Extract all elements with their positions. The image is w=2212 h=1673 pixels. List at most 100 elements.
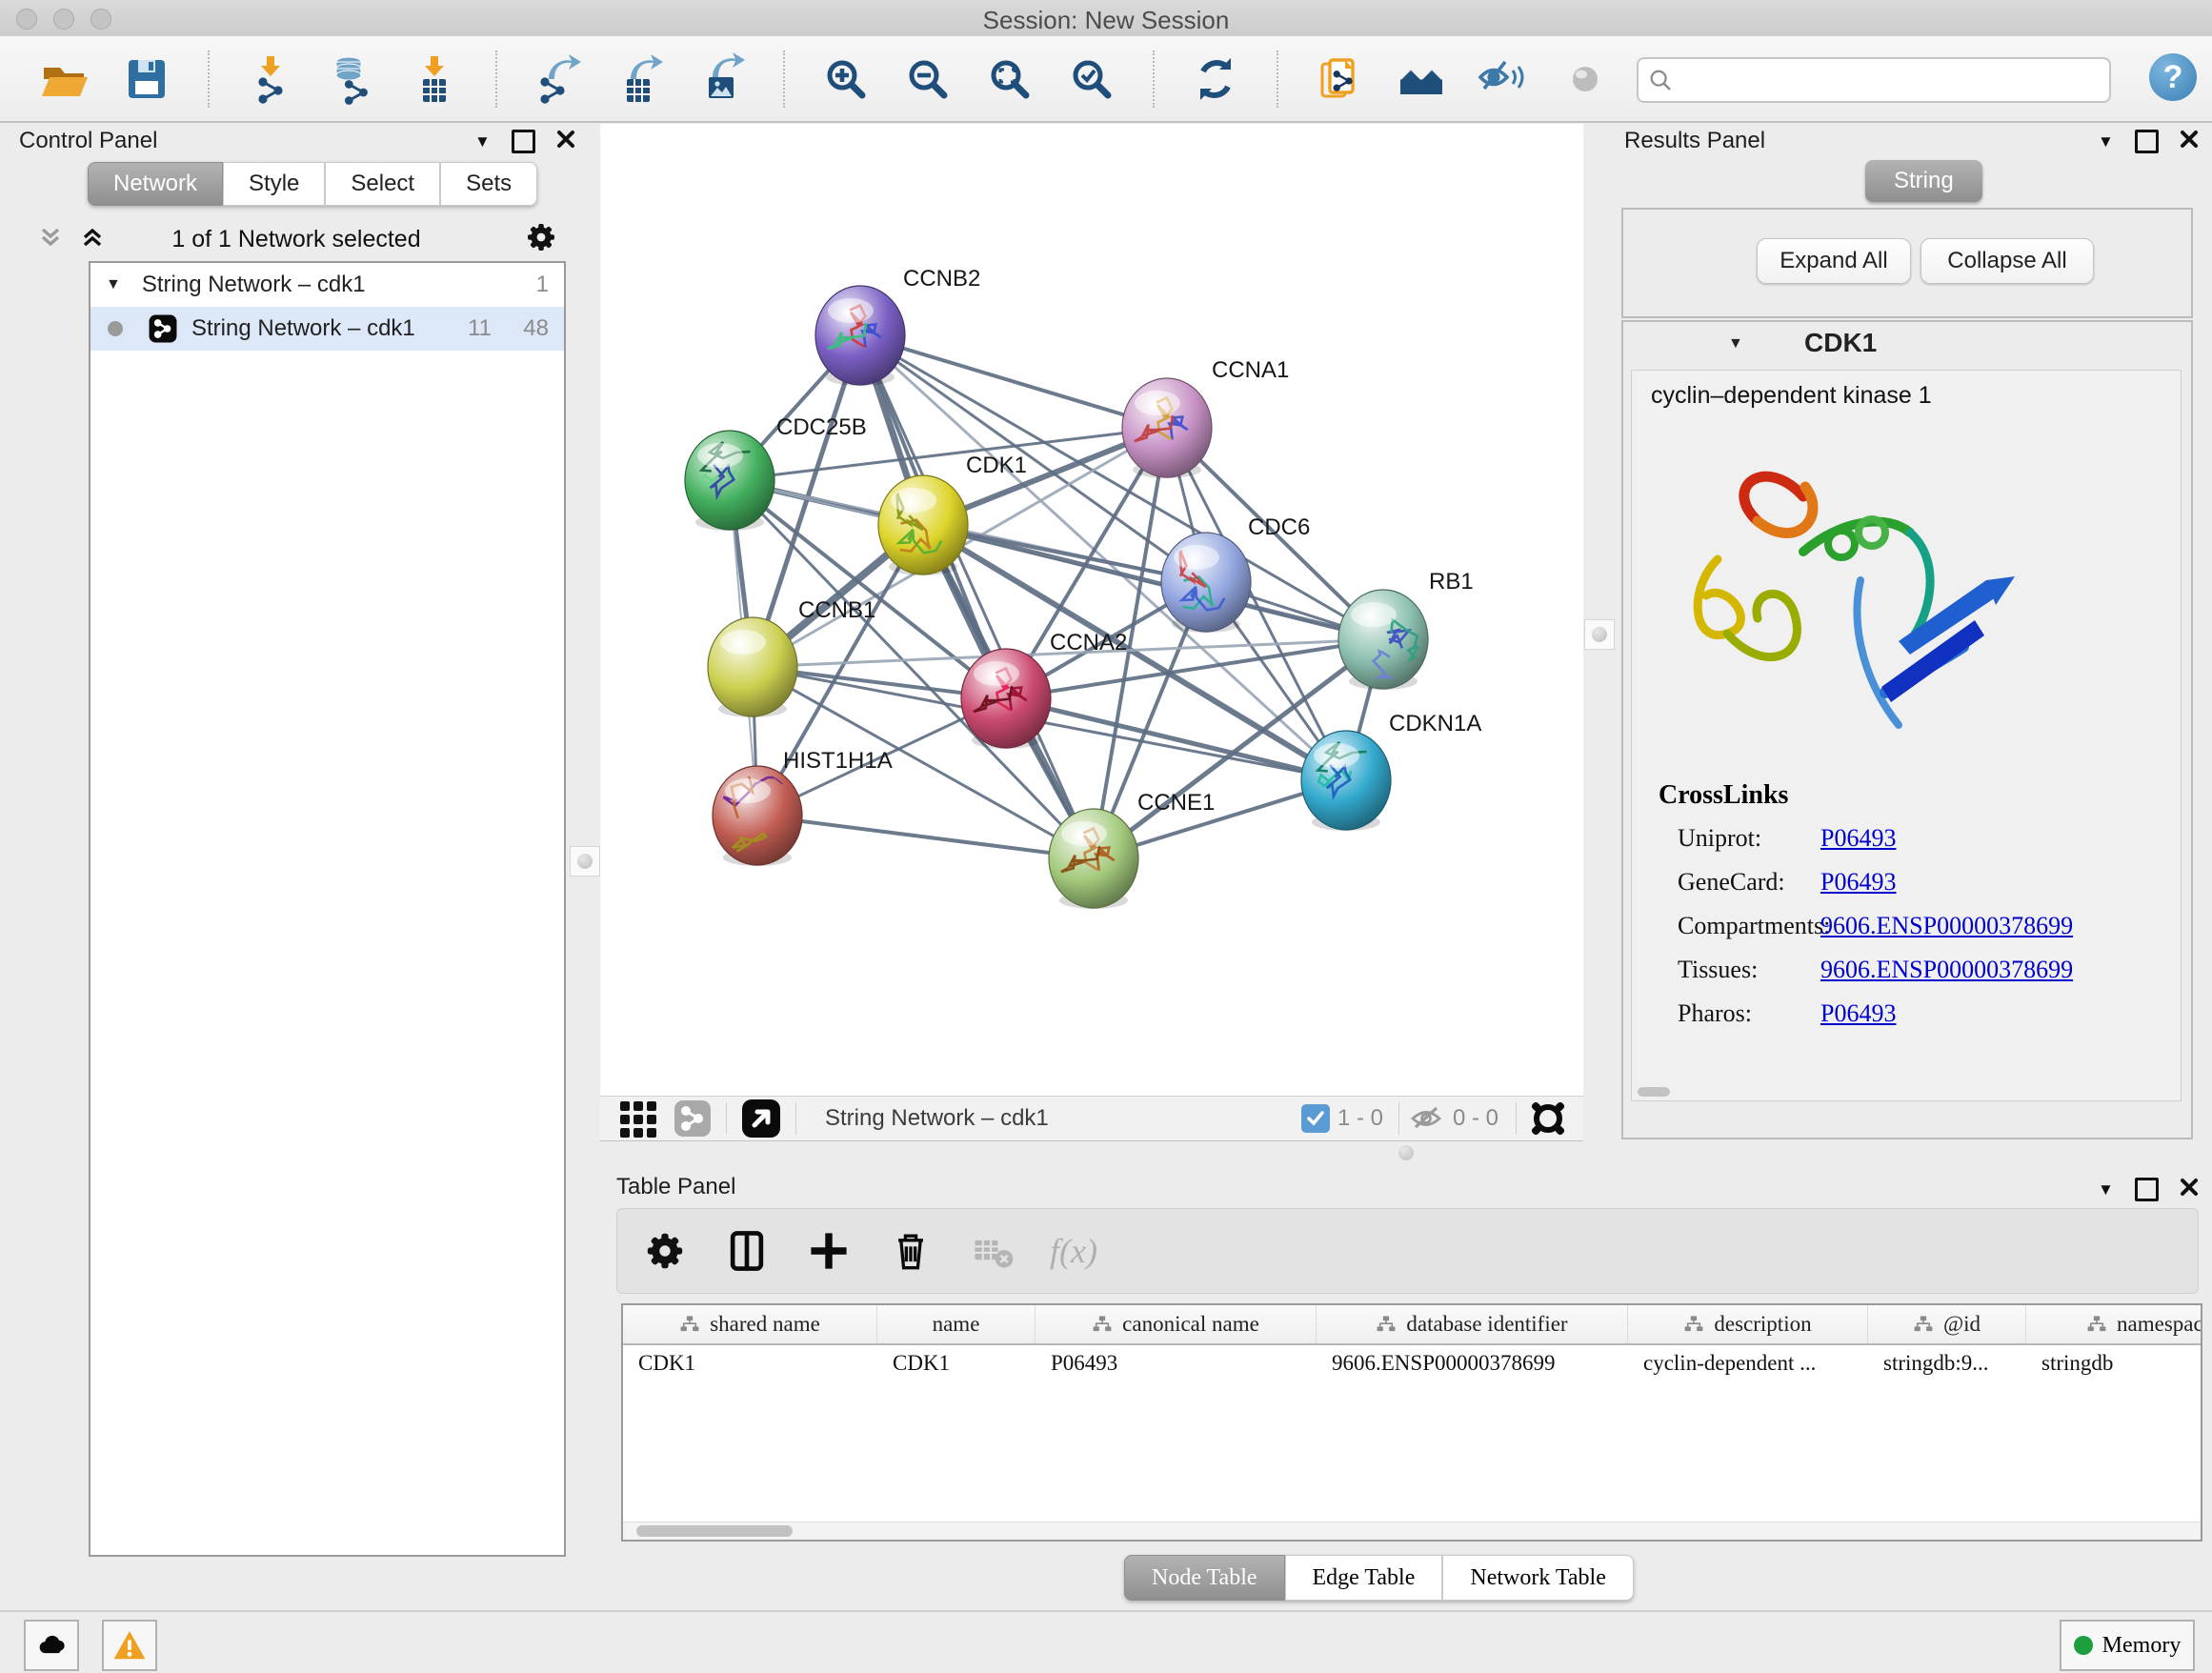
delete-column-trash-icon[interactable]	[886, 1226, 935, 1276]
table-row[interactable]: CDK1CDK1P064939606.ENSP00000378699cyclin…	[623, 1343, 2202, 1383]
column-header-description[interactable]: description	[1628, 1305, 1868, 1343]
show-graphics-details-icon[interactable]	[1395, 52, 1448, 106]
column-header-canonical-name[interactable]: canonical name	[1036, 1305, 1317, 1343]
network-node[interactable]	[961, 649, 1051, 749]
open-session-icon[interactable]	[38, 52, 91, 106]
close-panel-icon[interactable]	[556, 130, 575, 153]
search-box[interactable]	[1637, 57, 2111, 103]
network-edge[interactable]	[923, 525, 1383, 639]
column-header-namespace[interactable]: namespace	[2026, 1305, 2202, 1343]
network-edge[interactable]	[860, 335, 1167, 428]
network-edge[interactable]	[860, 335, 1094, 858]
column-header-name[interactable]: name	[877, 1305, 1036, 1343]
collapse-all-button[interactable]: Collapse All	[1920, 238, 2094, 284]
zoom-selected-icon[interactable]	[1065, 52, 1118, 106]
table-cell[interactable]: CDK1	[877, 1343, 1036, 1383]
show-columns-icon[interactable]	[722, 1226, 772, 1276]
float-panel-icon[interactable]	[2135, 130, 2159, 153]
table-settings-gear-icon[interactable]	[640, 1226, 690, 1276]
float-panel-icon[interactable]	[512, 130, 535, 153]
warning-status-button[interactable]	[102, 1620, 157, 1671]
network-node[interactable]	[1161, 533, 1251, 633]
column-header--id[interactable]: @id	[1868, 1305, 2026, 1343]
panel-menu-icon[interactable]: ▼	[2098, 132, 2114, 151]
network-node[interactable]	[685, 431, 774, 531]
network-node[interactable]	[815, 286, 905, 386]
export-network-icon[interactable]	[532, 52, 585, 106]
network-edge[interactable]	[757, 816, 1094, 858]
export-image-icon[interactable]	[695, 52, 749, 106]
refresh-view-icon[interactable]	[1189, 52, 1242, 106]
crosslink-link[interactable]: P06493	[1820, 999, 1896, 1028]
crosslink-link[interactable]: P06493	[1820, 824, 1896, 853]
column-header-database-identifier[interactable]: database identifier	[1317, 1305, 1628, 1343]
horizontal-splitter-handle[interactable]	[1398, 1145, 1414, 1160]
save-session-icon[interactable]	[120, 52, 173, 106]
tab-sets[interactable]: Sets	[440, 162, 537, 206]
column-header-shared-name[interactable]: shared name	[623, 1305, 877, 1343]
table-cell[interactable]: stringdb:9...	[1868, 1343, 2026, 1383]
table-horizontal-scrollbar[interactable]	[623, 1522, 2201, 1540]
export-table-icon[interactable]	[613, 52, 667, 106]
crosslink-link[interactable]: 9606.ENSP00000378699	[1820, 956, 2073, 984]
network-canvas[interactable]: CCNB2CCNA1CDC25BCDK1CDC6RB1CCNB1CCNA2CDK…	[600, 124, 1583, 1096]
close-panel-icon[interactable]	[2180, 1178, 2199, 1201]
network-edge[interactable]	[1006, 698, 1346, 780]
crosslink-link[interactable]: 9606.ENSP00000378699	[1820, 912, 2073, 940]
hide-selected-icon[interactable]	[1477, 52, 1530, 106]
node-count: 11	[468, 315, 492, 342]
network-node[interactable]	[1122, 378, 1212, 478]
network-node[interactable]	[1049, 809, 1138, 909]
expand-all-button[interactable]: Expand All	[1757, 238, 1911, 284]
import-network-file-icon[interactable]	[244, 52, 297, 106]
birdseye-view-icon[interactable]	[1526, 1097, 1570, 1140]
import-table-icon[interactable]	[408, 52, 461, 106]
tab-edge-table[interactable]: Edge Table	[1285, 1555, 1443, 1601]
table-cell[interactable]: cyclin-dependent ...	[1628, 1343, 1868, 1383]
import-network-database-icon[interactable]	[326, 52, 379, 106]
gene-entry-header[interactable]: ▼ CDK1	[1623, 322, 2191, 366]
zoom-in-icon[interactable]	[819, 52, 873, 106]
panel-menu-icon[interactable]: ▼	[474, 132, 491, 151]
first-neighbors-icon[interactable]	[1313, 52, 1366, 106]
tree-row-network[interactable]: String Network – cdk1 11 48	[90, 307, 564, 351]
tab-network[interactable]: Network	[88, 162, 223, 206]
selected-count-checkbox[interactable]	[1301, 1104, 1330, 1133]
float-panel-icon[interactable]	[2135, 1178, 2159, 1201]
table-cell[interactable]: P06493	[1036, 1343, 1317, 1383]
collection-expander-icon[interactable]: ▼	[106, 276, 121, 293]
show-hidden-icon[interactable]	[1558, 52, 1612, 106]
crosslink-link[interactable]: P06493	[1820, 868, 1896, 897]
table-scrollbar-thumb[interactable]	[636, 1525, 793, 1537]
table-cell[interactable]: 9606.ENSP00000378699	[1317, 1343, 1628, 1383]
tab-select[interactable]: Select	[325, 162, 440, 206]
table-cell[interactable]: stringdb	[2026, 1343, 2202, 1383]
close-panel-icon[interactable]	[2180, 130, 2199, 153]
network-node[interactable]	[708, 617, 797, 717]
network-options-gear-icon[interactable]	[522, 218, 560, 261]
network-node[interactable]	[1301, 731, 1391, 831]
tab-string[interactable]: String	[1865, 160, 1982, 202]
tab-network-table[interactable]: Network Table	[1442, 1555, 1634, 1601]
tree-row-collection[interactable]: ▼ String Network – cdk1 1	[90, 263, 564, 307]
search-input[interactable]	[1682, 62, 2109, 98]
tab-style[interactable]: Style	[223, 162, 325, 206]
results-scrollbar-thumb[interactable]	[1638, 1087, 1670, 1097]
zoom-fit-icon[interactable]	[983, 52, 1036, 106]
network-node[interactable]	[713, 766, 802, 866]
left-splitter-handle[interactable]	[570, 846, 600, 877]
memory-button[interactable]: Memory	[2060, 1620, 2195, 1671]
network-node[interactable]	[878, 475, 968, 575]
detach-view-icon[interactable]	[740, 1098, 782, 1139]
create-column-icon[interactable]	[804, 1226, 854, 1276]
network-node[interactable]	[1338, 590, 1428, 690]
tab-node-table[interactable]: Node Table	[1124, 1555, 1285, 1601]
table-cell[interactable]: CDK1	[623, 1343, 877, 1383]
help-button[interactable]: ?	[2149, 53, 2197, 101]
collapse-entry-icon[interactable]: ▼	[1728, 335, 1743, 353]
grid-view-icon[interactable]	[617, 1099, 657, 1139]
zoom-out-icon[interactable]	[901, 52, 955, 106]
panel-menu-icon[interactable]: ▼	[2098, 1180, 2114, 1199]
cloud-status-button[interactable]	[24, 1620, 79, 1671]
share-view-icon[interactable]	[673, 1099, 713, 1139]
